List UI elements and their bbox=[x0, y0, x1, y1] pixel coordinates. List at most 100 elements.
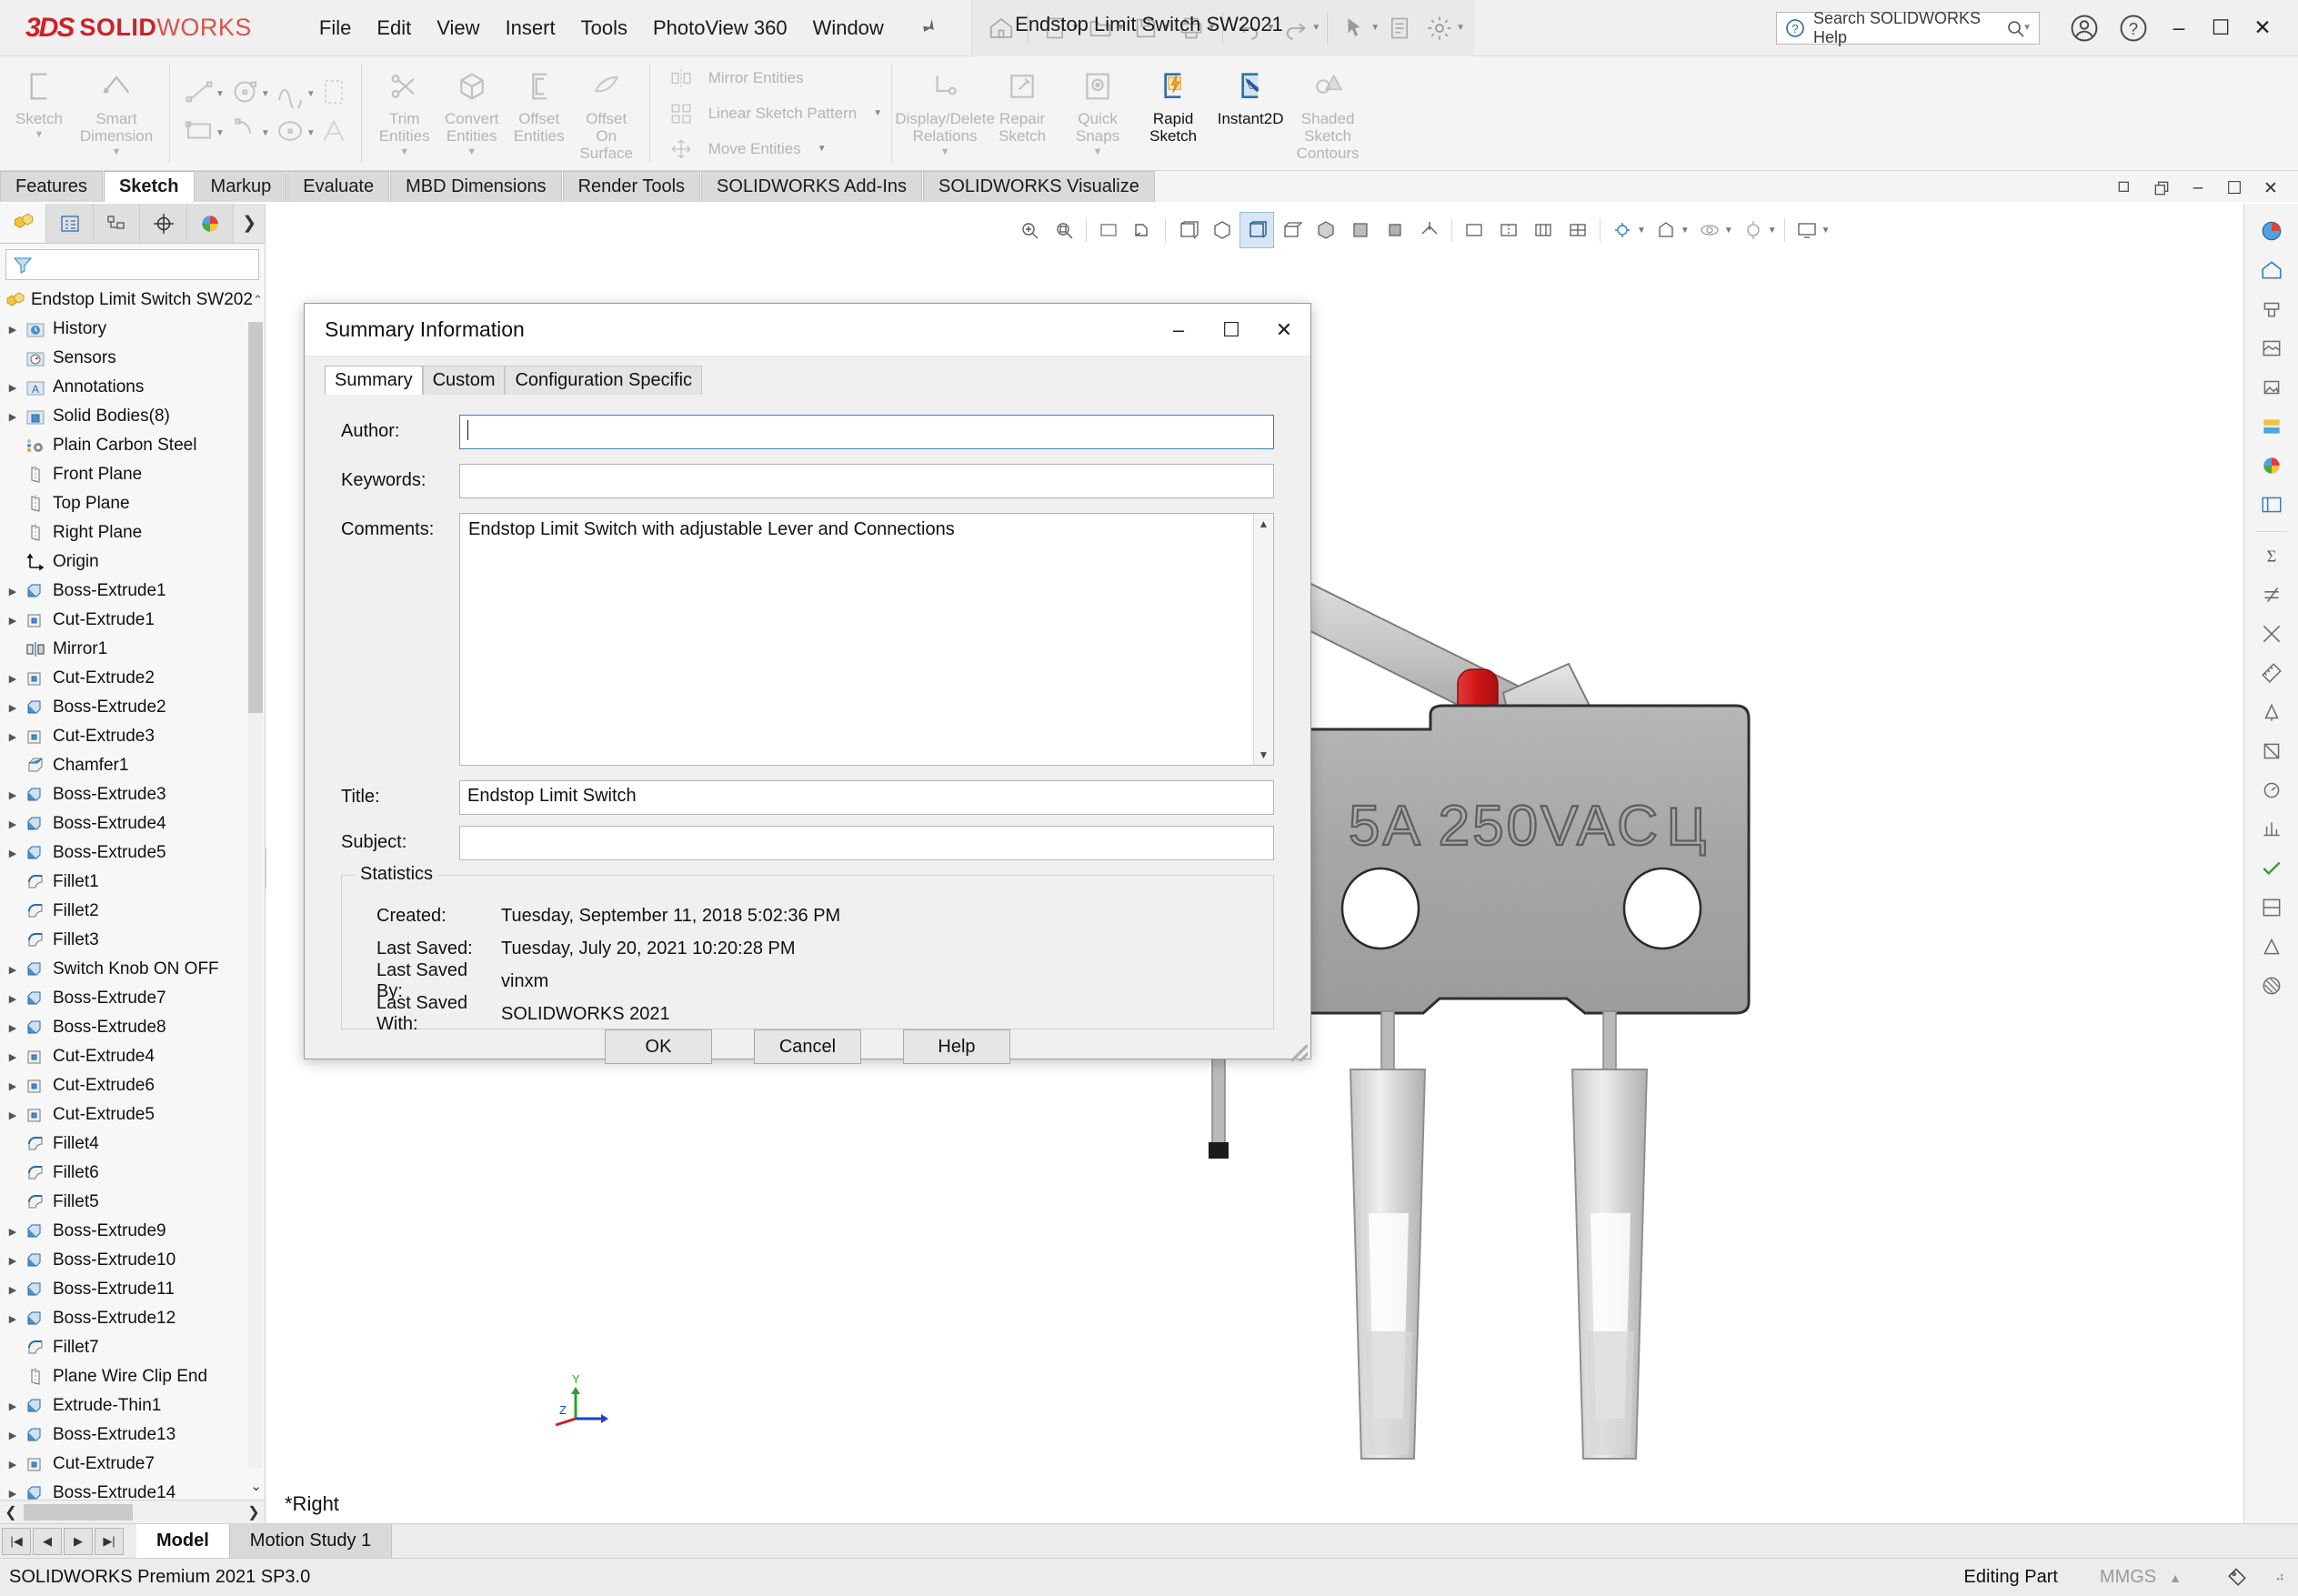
print-chevron-down-icon[interactable]: ▼ bbox=[1208, 23, 1217, 33]
status-units[interactable]: MMGS bbox=[2100, 1567, 2156, 1588]
appearance-chevron-down-icon[interactable]: ▼ bbox=[1681, 226, 1690, 236]
tab-markup[interactable]: Markup bbox=[195, 171, 287, 202]
redo-icon[interactable] bbox=[1275, 6, 1315, 50]
home-view-icon[interactable] bbox=[2252, 252, 2292, 288]
save-icon[interactable] bbox=[1126, 6, 1166, 50]
tree-item-fillet2[interactable]: ▶ Fillet2 bbox=[0, 897, 265, 926]
scene-icon[interactable] bbox=[2252, 330, 2292, 366]
dialog-resize-grip[interactable] bbox=[1291, 1045, 1308, 1061]
comments-scrollbar[interactable]: ▲ ▼ bbox=[1253, 514, 1273, 765]
tree-item-boss-extrude2[interactable]: ▶ Boss-Extrude2 bbox=[0, 693, 265, 722]
spline-icon[interactable] bbox=[270, 75, 310, 113]
keywords-input[interactable] bbox=[459, 464, 1274, 498]
menu-tools[interactable]: Tools bbox=[568, 11, 640, 45]
tree-item-front-plane[interactable]: ▶ Front Plane bbox=[0, 460, 265, 489]
back-view-icon[interactable] bbox=[1343, 212, 1378, 248]
feature-manager-tab[interactable] bbox=[0, 204, 47, 243]
tree-expand-chevron-right-icon[interactable]: ▶ bbox=[4, 411, 22, 423]
home-icon[interactable] bbox=[981, 6, 1021, 50]
tree-item-cut-extrude5[interactable]: ▶ Cut-Extrude5 bbox=[0, 1100, 265, 1129]
tree-item-fillet7[interactable]: ▶ Fillet7 bbox=[0, 1333, 265, 1362]
user-circle-icon[interactable] bbox=[2069, 13, 2100, 44]
arc-chevron-down-icon[interactable]: ▼ bbox=[261, 128, 270, 138]
menu-insert[interactable]: Insert bbox=[493, 11, 568, 45]
document-close-icon[interactable]: ✕ bbox=[2253, 175, 2289, 202]
tree-item-boss-extrude9[interactable]: ▶ Boss-Extrude9 bbox=[0, 1217, 265, 1246]
tree-expand-chevron-right-icon[interactable]: ▶ bbox=[4, 731, 22, 743]
menu-edit[interactable]: Edit bbox=[364, 11, 424, 45]
trim-entities-button[interactable]: Trim Entities ▼ bbox=[371, 60, 438, 157]
previous-tab-icon[interactable]: ◀ bbox=[33, 1527, 62, 1555]
tree-expand-chevron-right-icon[interactable]: ▶ bbox=[4, 382, 22, 394]
tree-item-boss-extrude7[interactable]: ▶ Boss-Extrude7 bbox=[0, 984, 265, 1013]
options-gear-icon[interactable] bbox=[1420, 6, 1460, 50]
tab-solidworks-add-ins[interactable]: SOLIDWORKS Add-Ins bbox=[701, 171, 923, 202]
quick-snaps-chevron-down-icon[interactable]: ▼ bbox=[1093, 146, 1103, 157]
pin-icon[interactable] bbox=[905, 9, 941, 46]
tree-item-plain-carbon-steel[interactable]: ▶ Plain Carbon Steel bbox=[0, 431, 265, 460]
mass-properties-icon[interactable] bbox=[2252, 694, 2292, 730]
tree-expand-chevron-right-icon[interactable]: ▶ bbox=[4, 1488, 22, 1500]
zebra-stripes-icon[interactable] bbox=[2252, 968, 2292, 1004]
tree-expand-chevron-right-icon[interactable]: ▶ bbox=[4, 1284, 22, 1296]
normal-to-icon[interactable] bbox=[1412, 212, 1447, 248]
bottom-tab-motion-study[interactable]: Motion Study 1 bbox=[229, 1523, 393, 1559]
hide-show-chevron-down-icon[interactable]: ▼ bbox=[1637, 226, 1646, 236]
tree-expand-chevron-right-icon[interactable]: ▶ bbox=[4, 673, 22, 685]
convert-chevron-down-icon[interactable]: ▼ bbox=[467, 146, 477, 157]
move-chevron-down-icon[interactable]: ▼ bbox=[818, 144, 827, 154]
view-settings-icon[interactable] bbox=[1736, 212, 1771, 248]
redo-chevron-down-icon[interactable]: ▼ bbox=[1311, 23, 1320, 33]
tree-expand-chevron-right-icon[interactable]: ▶ bbox=[4, 1459, 22, 1471]
menu-view[interactable]: View bbox=[424, 11, 492, 45]
iso-view-icon[interactable] bbox=[1205, 212, 1239, 248]
undo-icon[interactable] bbox=[1229, 6, 1269, 50]
display-manager-tab[interactable] bbox=[186, 204, 235, 243]
section-view-icon[interactable] bbox=[1126, 212, 1160, 248]
tree-item-right-plane[interactable]: ▶ Right Plane bbox=[0, 518, 265, 547]
restore-window-icon[interactable] bbox=[2107, 175, 2143, 202]
color-wheel-icon[interactable] bbox=[2252, 447, 2292, 484]
tree-expand-chevron-right-icon[interactable]: ▶ bbox=[4, 615, 22, 627]
document-maximize-icon[interactable]: ☐ bbox=[2216, 175, 2253, 202]
appearances-icon[interactable] bbox=[2252, 291, 2292, 327]
performance-icon[interactable] bbox=[2252, 811, 2292, 848]
tree-item-fillet4[interactable]: ▶ Fillet4 bbox=[0, 1129, 265, 1159]
tab-render-tools[interactable]: Render Tools bbox=[562, 171, 701, 202]
tree-item-boss-extrude4[interactable]: ▶ Boss-Extrude4 bbox=[0, 809, 265, 838]
tree-item-solid-bodies-8[interactable]: ▶ Solid Bodies(8) bbox=[0, 402, 265, 431]
tree-expand-chevron-right-icon[interactable]: ▶ bbox=[4, 1313, 22, 1325]
author-input[interactable] bbox=[459, 415, 1274, 449]
tree-expand-chevron-right-icon[interactable]: ▶ bbox=[4, 1022, 22, 1034]
tree-expand-chevron-right-icon[interactable]: ▶ bbox=[4, 1400, 22, 1412]
tree-item-cut-extrude7[interactable]: ▶ Cut-Extrude7 bbox=[0, 1450, 265, 1479]
tree-item-boss-extrude1[interactable]: ▶ Boss-Extrude1 bbox=[0, 577, 265, 606]
comments-textarea[interactable]: Endstop Limit Switch with adjustable Lev… bbox=[459, 513, 1274, 766]
comments-scroll-down-icon[interactable]: ▼ bbox=[1259, 745, 1269, 765]
dialog-close-button[interactable]: ✕ bbox=[1258, 304, 1310, 356]
sigma-icon[interactable]: Σ bbox=[2252, 537, 2292, 574]
tree-item-boss-extrude13[interactable]: ▶ Boss-Extrude13 bbox=[0, 1420, 265, 1450]
tree-item-mirror1[interactable]: ▶ Mirror1 bbox=[0, 635, 265, 664]
tree-root-item[interactable]: Endstop Limit Switch SW202 ⌃ bbox=[0, 286, 265, 315]
search-chevron-down-icon[interactable]: ▼ bbox=[2022, 23, 2032, 33]
section-properties-icon[interactable] bbox=[2252, 733, 2292, 769]
select-icon[interactable] bbox=[1334, 6, 1374, 50]
new-document-chevron-down-icon[interactable]: ▼ bbox=[1071, 23, 1080, 33]
tree-item-boss-extrude11[interactable]: ▶ Boss-Extrude11 bbox=[0, 1275, 265, 1304]
tree-filter-input[interactable] bbox=[5, 249, 259, 280]
tree-expand-chevron-right-icon[interactable]: ▶ bbox=[4, 702, 22, 714]
view-settings-chevron-down-icon[interactable]: ▼ bbox=[1768, 226, 1777, 236]
menu-window[interactable]: Window bbox=[800, 11, 897, 45]
render-icon[interactable] bbox=[2252, 408, 2292, 445]
tree-scroll-thumb[interactable] bbox=[248, 322, 263, 713]
tree-expand-chevron-right-icon[interactable]: ▶ bbox=[4, 1226, 22, 1238]
tree-expand-chevron-right-icon[interactable]: ▶ bbox=[4, 586, 22, 597]
tree-item-cut-extrude6[interactable]: ▶ Cut-Extrude6 bbox=[0, 1071, 265, 1100]
tree-item-cut-extrude3[interactable]: ▶ Cut-Extrude3 bbox=[0, 722, 265, 751]
tree-expand-chevron-right-icon[interactable]: ▶ bbox=[4, 1109, 22, 1121]
subject-input[interactable] bbox=[459, 826, 1274, 860]
right-view-icon[interactable] bbox=[1239, 212, 1274, 248]
tree-expand-chevron-right-icon[interactable]: ▶ bbox=[4, 848, 22, 859]
bottom-tab-model[interactable]: Model bbox=[136, 1523, 230, 1559]
